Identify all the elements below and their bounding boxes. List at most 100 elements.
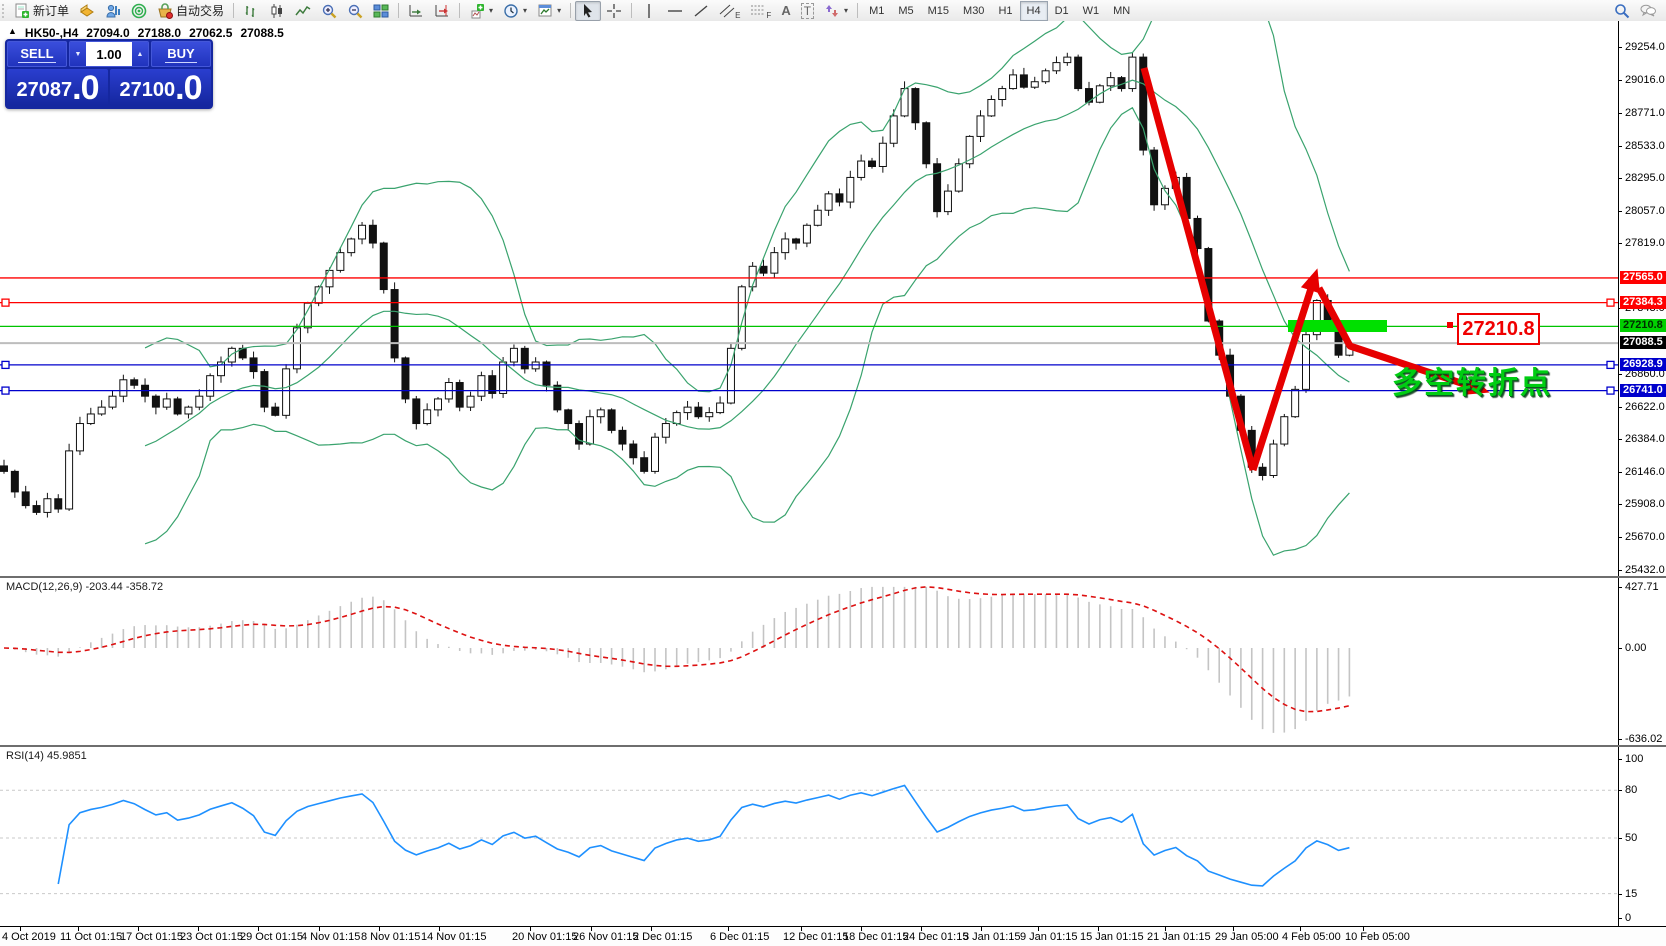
search-icon[interactable]	[1614, 3, 1630, 19]
periods-button[interactable]: ▾	[498, 1, 532, 21]
arrows-dropdown-arrow[interactable]: ▾	[844, 6, 848, 15]
time-label: 15 Jan 01:15	[1080, 931, 1144, 943]
cursor-tool-button[interactable]	[575, 1, 601, 21]
line-chart-button[interactable]	[290, 1, 316, 21]
templates-button[interactable]: ▾	[532, 1, 566, 21]
sell-price[interactable]: 27087.0	[7, 69, 108, 105]
buy-button[interactable]: BUY	[151, 41, 211, 67]
time-label: 21 Jan 01:15	[1147, 931, 1211, 943]
sell-button[interactable]: SELL	[7, 41, 67, 67]
timeframe-H4[interactable]: H4	[1020, 1, 1048, 21]
vertical-line-tool-button[interactable]	[636, 1, 662, 21]
timeframe-MN[interactable]: MN	[1106, 1, 1137, 21]
arrows-tool-button[interactable]: ▾	[819, 1, 853, 21]
callout-handle[interactable]	[1447, 322, 1453, 328]
autotrade-button[interactable]: 自动交易	[152, 1, 229, 21]
price-badge: 27210.8	[1620, 319, 1666, 332]
toolbar: 新订单 自动交易	[0, 0, 1666, 22]
indicators-icon	[469, 3, 485, 19]
price-tick-label: 29254.0	[1625, 41, 1665, 53]
channel-letter: E	[735, 11, 740, 20]
profile-button[interactable]	[74, 1, 100, 21]
time-label: 26 Nov 01:15	[573, 931, 638, 943]
timeframe-bar: M1M5M15M30H1H4D1W1MN	[862, 1, 1137, 21]
macd-header: MACD(12,26,9) -203.44 -358.72	[6, 581, 163, 593]
rsi-value: 45.9851	[47, 750, 87, 762]
toolbar-separator	[233, 3, 234, 18]
scroll-to-end-button[interactable]	[403, 1, 429, 21]
timeframe-M15[interactable]: M15	[921, 1, 956, 21]
crosshair-tool-button[interactable]	[601, 1, 627, 21]
ohlc-close: 27088.5	[240, 26, 283, 40]
signals-button[interactable]	[126, 1, 152, 21]
market-watch-button[interactable]	[100, 1, 126, 21]
zoom-in-button[interactable]	[316, 1, 342, 21]
rsi-canvas[interactable]	[0, 747, 1618, 926]
candlestick-chart-icon	[269, 3, 285, 19]
price-tick-label: 25432.0	[1625, 564, 1665, 576]
zoom-out-button[interactable]	[342, 1, 368, 21]
channel-tool-button[interactable]: E	[714, 1, 745, 21]
rsi-tick-label: 100	[1625, 753, 1643, 765]
time-label: 4 Nov 01:15	[301, 931, 360, 943]
volume-input[interactable]: 1.00	[86, 42, 132, 66]
buy-price[interactable]: 27100.0	[110, 69, 211, 105]
text-tool-icon: A	[781, 3, 790, 18]
new-order-label: 新订单	[33, 2, 69, 19]
price-callout[interactable]: 27210.8	[1457, 313, 1540, 345]
new-order-button[interactable]: 新订单	[9, 1, 74, 21]
timeframe-W1[interactable]: W1	[1076, 1, 1107, 21]
macd-axis: 427.710.00-636.02	[1618, 578, 1666, 745]
periods-clock-icon	[503, 3, 519, 19]
rsi-tick-label: 15	[1625, 888, 1637, 900]
label-tool-button[interactable]: T	[796, 1, 819, 21]
tile-windows-button[interactable]	[368, 1, 394, 21]
text-tool-button[interactable]: A	[776, 1, 795, 21]
templates-dropdown-arrow[interactable]: ▾	[557, 6, 561, 15]
vertical-line-icon	[641, 3, 657, 19]
macd-canvas[interactable]	[0, 578, 1618, 745]
turning-point-annotation: 多空转折点	[1392, 358, 1552, 402]
volume-up-button[interactable]: ▲	[132, 42, 148, 66]
fibonacci-tool-button[interactable]: F	[745, 1, 776, 21]
macd-value-signal: -358.72	[126, 581, 163, 593]
chat-icon[interactable]	[1640, 3, 1656, 19]
collapse-arrow-icon[interactable]: ▲	[8, 26, 17, 40]
cursor-icon	[580, 3, 596, 19]
timeframe-M5[interactable]: M5	[891, 1, 920, 21]
periods-dropdown-arrow[interactable]: ▾	[523, 6, 527, 15]
shift-chart-button[interactable]	[429, 1, 455, 21]
timeframe-D1[interactable]: D1	[1048, 1, 1076, 21]
volume-down-button[interactable]: ▼	[70, 42, 86, 66]
new-order-icon	[14, 3, 30, 19]
timeframe-M1[interactable]: M1	[862, 1, 891, 21]
timeframe-H1[interactable]: H1	[991, 1, 1019, 21]
indicators-button[interactable]: ▾	[464, 1, 498, 21]
time-label: 8 Nov 01:15	[361, 931, 420, 943]
signals-icon	[131, 3, 147, 19]
trendline-tool-button[interactable]	[688, 1, 714, 21]
time-label: 11 Oct 01:15	[60, 931, 122, 943]
price-tick-label: 28057.0	[1625, 205, 1665, 217]
macd-tick-label: 427.71	[1625, 581, 1659, 593]
one-click-trading-panel: SELL ▼ 1.00 ▲ BUY 27087.0 27100.0	[5, 39, 213, 109]
macd-pane: MACD(12,26,9) -203.44 -358.72 427.710.00…	[0, 578, 1666, 745]
time-axis[interactable]: 4 Oct 201911 Oct 01:1517 Oct 01:1523 Oct…	[0, 926, 1666, 946]
rsi-axis: 1008050150	[1618, 747, 1666, 926]
rsi-tick-label: 0	[1625, 912, 1631, 924]
toolbar-separator	[459, 3, 460, 18]
timeframe-M30[interactable]: M30	[956, 1, 991, 21]
time-label: 12 Dec 01:15	[783, 931, 848, 943]
time-label: 20 Nov 01:15	[512, 931, 577, 943]
toolbar-grip[interactable]	[2, 4, 7, 18]
time-label: 2 Dec 01:15	[633, 931, 692, 943]
time-label: 6 Dec 01:15	[710, 931, 769, 943]
candlestick-chart-button[interactable]	[264, 1, 290, 21]
macd-tick-label: -636.02	[1625, 733, 1662, 745]
crosshair-icon	[606, 3, 622, 19]
bar-chart-button[interactable]	[238, 1, 264, 21]
indicators-dropdown-arrow[interactable]: ▾	[489, 6, 493, 15]
price-badge: 27565.0	[1620, 271, 1666, 284]
horizontal-line-tool-button[interactable]	[662, 1, 688, 21]
main-chart-canvas[interactable]	[0, 21, 1618, 576]
